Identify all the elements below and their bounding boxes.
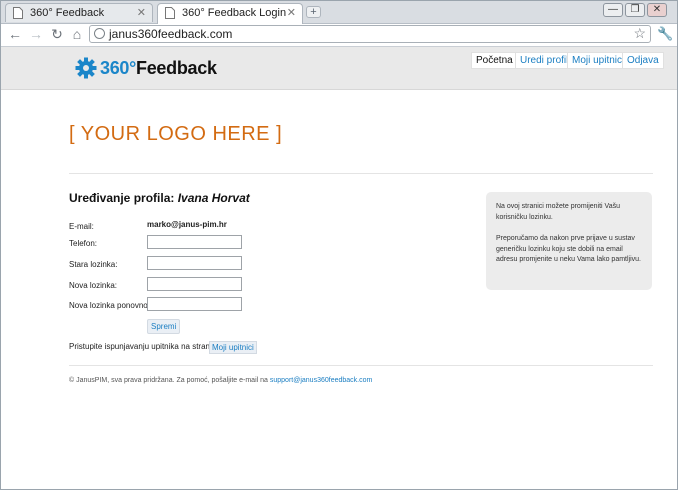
questionnaire-hint: Pristupite ispunjavanju upitnika na stra… [69, 342, 218, 351]
support-email-link[interactable]: support@janus360feedback.com [270, 377, 372, 384]
browser-tab-1[interactable]: 360° Feedback ✕ [5, 3, 153, 22]
browser-tab-2[interactable]: 360° Feedback Login ✕ [157, 3, 303, 24]
page-title: Uređivanje profila: Ivana Horvat [69, 191, 250, 205]
browser-window: 360° Feedback ✕ 360° Feedback Login ✕ + … [0, 0, 678, 490]
divider [69, 173, 653, 174]
repeat-password-field[interactable] [147, 297, 242, 311]
info-box: Na ovoj stranici možete promijeniti Vašu… [486, 192, 652, 290]
phone-label: Telefon: [69, 239, 98, 248]
site-header: 360°Feedback Početna Uredi profil Moji u… [1, 47, 677, 90]
close-tab-icon[interactable]: ✕ [287, 4, 296, 22]
browser-toolbar: ← → ↻ ⌂ janus360feedback.com ☆ 🔧 [1, 24, 677, 47]
nav-odjava[interactable]: Odjava [622, 52, 664, 69]
close-tab-icon[interactable]: ✕ [137, 4, 146, 22]
brand-number: 360° [100, 58, 137, 78]
email-label: E-mail: [69, 222, 94, 231]
nav-uredi-profil[interactable]: Uredi profil [515, 52, 574, 69]
tab-title: 360° Feedback [30, 7, 105, 19]
brand-word: Feedback [136, 58, 217, 78]
tab-title: 360° Feedback Login [182, 7, 287, 19]
info-text-1: Na ovoj stranici možete promijeniti Vašu… [496, 203, 620, 221]
minimize-icon[interactable]: — [603, 3, 623, 17]
page-icon [165, 7, 175, 19]
close-window-icon[interactable]: ✕ [647, 3, 667, 17]
user-name: Ivana Horvat [177, 191, 250, 205]
new-password-label: Nova lozinka: [69, 281, 118, 290]
reload-icon[interactable]: ↻ [49, 26, 65, 42]
logo-placeholder: [ YOUR LOGO HERE ] [69, 123, 283, 145]
questionnaire-link[interactable]: Moji upitnici [209, 341, 257, 354]
nav-pocetna[interactable]: Početna [471, 52, 518, 69]
address-bar[interactable]: janus360feedback.com ☆ [89, 25, 651, 43]
globe-icon [94, 28, 105, 39]
old-password-field[interactable] [147, 256, 242, 270]
bookmark-star-icon[interactable]: ☆ [633, 25, 646, 42]
home-icon[interactable]: ⌂ [69, 26, 85, 42]
email-value: marko@janus-pim.hr [147, 220, 227, 229]
nav-moji-upitnici[interactable]: Moji upitnici [567, 52, 630, 69]
phone-field[interactable] [147, 235, 242, 249]
repeat-password-label: Nova lozinka ponovno: [69, 301, 150, 310]
forward-icon[interactable]: → [28, 26, 44, 42]
url-text: janus360feedback.com [109, 27, 233, 41]
old-password-label: Stara lozinka: [69, 260, 118, 269]
footer-text: © JanusPIM, sva prava pridržana. Za pomo… [69, 377, 268, 384]
page-icon [13, 7, 23, 19]
restore-icon[interactable]: ❐ [625, 3, 645, 17]
new-tab-button[interactable]: + [306, 6, 321, 18]
divider [69, 365, 653, 366]
gear-icon [75, 57, 97, 79]
tab-strip: 360° Feedback ✕ 360° Feedback Login ✕ + … [1, 1, 677, 24]
wrench-icon[interactable]: 🔧 [657, 26, 673, 42]
back-icon[interactable]: ← [7, 26, 23, 42]
new-password-field[interactable] [147, 277, 242, 291]
footer: © JanusPIM, sva prava pridržana. Za pomo… [69, 377, 372, 384]
save-button[interactable]: Spremi [147, 319, 181, 334]
page-title-prefix: Uređivanje profila: [69, 191, 175, 205]
info-text-2: Preporučamo da nakon prve prijave u sust… [496, 235, 642, 263]
